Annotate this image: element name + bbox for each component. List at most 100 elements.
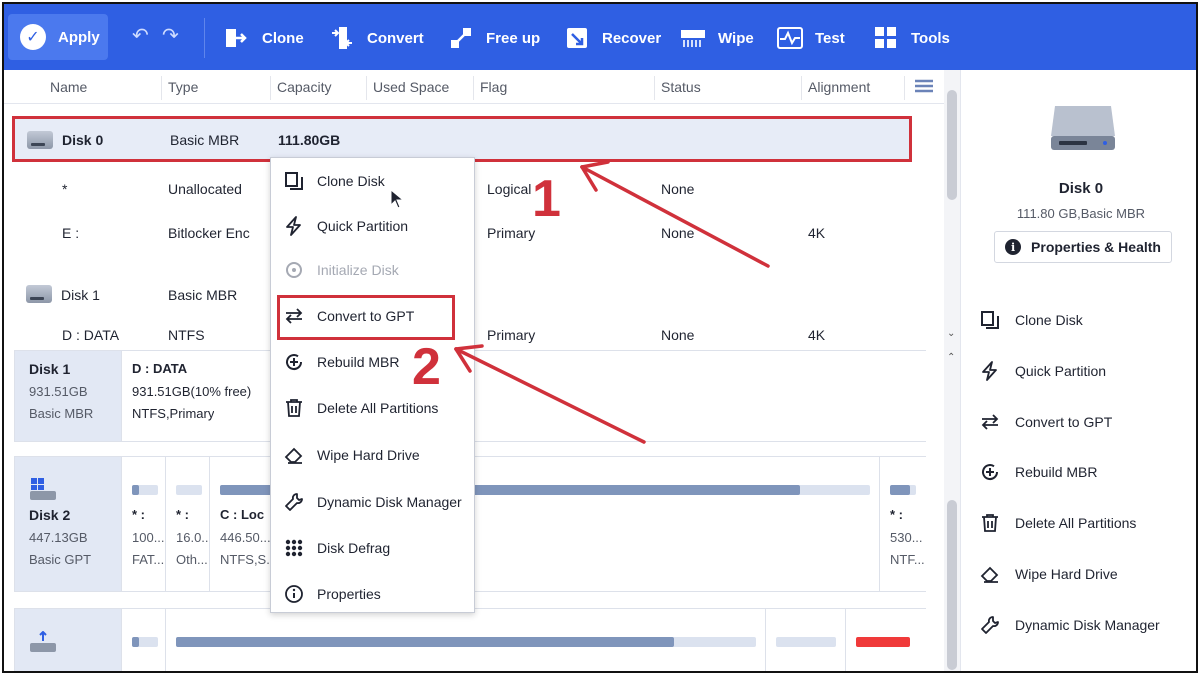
scroll-down-icon[interactable]: ⌄ <box>947 328 955 339</box>
action-wipe-hard-drive[interactable]: Wipe Hard Drive <box>979 560 1118 588</box>
partition-block[interactable] <box>165 609 765 671</box>
recover-button[interactable]: Recover <box>564 22 661 54</box>
right-panel: Disk 0 111.80 GB,Basic MBR i Properties … <box>960 70 1196 671</box>
partition-block[interactable]: * : 16.0... Oth... <box>165 457 209 591</box>
action-quick-partition[interactable]: Quick Partition <box>979 357 1106 385</box>
test-label: Test <box>815 29 845 47</box>
menu-item-label: Initialize Disk <box>317 262 399 278</box>
col-capacity[interactable]: Capacity <box>277 79 331 95</box>
partition-block[interactable] <box>121 609 165 671</box>
row-flag: Primary <box>487 225 536 241</box>
clone-label: Clone <box>262 29 304 47</box>
disk-3-card[interactable] <box>14 608 926 671</box>
menu-item-label: Wipe Hard Drive <box>317 447 420 463</box>
partition-fs: Oth... <box>176 552 208 567</box>
disk-icon <box>26 285 52 303</box>
partition-block[interactable]: D : DATA 931.51GB(10% free) NTFS,Primary <box>121 351 926 441</box>
eraser-icon <box>283 444 305 466</box>
action-clone-disk[interactable]: Clone Disk <box>979 306 1083 334</box>
scroll-up-icon[interactable]: ⌃ <box>947 352 955 363</box>
menu-item-rebuild-mbr[interactable]: Rebuild MBR <box>271 344 474 380</box>
col-used-space[interactable]: Used Space <box>373 79 449 95</box>
row-name: D : DATA <box>62 327 120 343</box>
menu-item-dynamic-disk-manager[interactable]: Dynamic Disk Manager <box>271 484 474 520</box>
menu-item-wipe-hard-drive[interactable]: Wipe Hard Drive <box>271 437 474 473</box>
partition-size: 16.0... <box>176 530 208 545</box>
partition-size: 446.50... <box>220 530 271 545</box>
wrench-icon <box>979 614 1001 636</box>
col-type[interactable]: Type <box>168 79 198 95</box>
wrench-icon <box>283 491 305 513</box>
partition-size: 100... <box>132 530 164 545</box>
map-scrollbar[interactable]: ⌃ <box>944 350 960 671</box>
info-icon: i <box>1005 239 1022 255</box>
recover-icon <box>564 25 590 51</box>
test-button[interactable]: Test <box>777 22 845 54</box>
clone-button[interactable]: Clone <box>224 22 304 54</box>
tools-label: Tools <box>911 29 950 47</box>
eraser-icon <box>979 563 1001 585</box>
col-flag[interactable]: Flag <box>480 79 507 95</box>
row-status: None <box>661 225 695 241</box>
col-name[interactable]: Name <box>50 79 87 95</box>
menu-item-clone-disk[interactable]: Clone Disk <box>271 163 474 199</box>
wipe-button[interactable]: Wipe <box>680 22 754 54</box>
action-convert-to-gpt[interactable]: Convert to GPT <box>979 408 1112 436</box>
partition-fs: NTFS,Primary <box>132 406 215 421</box>
col-divider <box>366 76 367 100</box>
menu-item-delete-all-partitions[interactable]: Delete All Partitions <box>271 390 474 426</box>
row-status: None <box>661 181 695 197</box>
disk-icon <box>27 131 53 149</box>
col-divider <box>654 76 655 100</box>
disk-size: 931.51GB <box>29 384 88 399</box>
wipe-label: Wipe <box>718 29 754 47</box>
action-rebuild-mbr[interactable]: Rebuild MBR <box>979 458 1097 486</box>
lightning-icon <box>979 360 1001 382</box>
partition-fs: NTFS,S... <box>220 552 278 567</box>
scrollbar-thumb[interactable] <box>947 500 957 670</box>
action-label: Clone Disk <box>1015 312 1083 328</box>
convert-arrows-icon <box>979 411 1001 433</box>
partition-detail: 931.51GB(10% free) <box>132 384 252 399</box>
action-dynamic-disk-manager[interactable]: Dynamic Disk Manager <box>979 611 1160 639</box>
row-name: E : <box>62 225 80 241</box>
properties-health-button[interactable]: i Properties & Health <box>994 231 1172 263</box>
menu-item-label: Rebuild MBR <box>317 354 400 370</box>
action-delete-all-partitions[interactable]: Delete All Partitions <box>979 509 1136 537</box>
menu-item-label: Dynamic Disk Manager <box>317 494 462 510</box>
undo-icon[interactable]: ↶ <box>132 26 149 46</box>
col-status[interactable]: Status <box>661 79 701 95</box>
partition-label: * : <box>890 507 903 522</box>
disk-type: Basic GPT <box>29 552 92 567</box>
partition-block[interactable] <box>765 609 845 671</box>
clone-disk-icon <box>979 309 1001 331</box>
properties-health-label: Properties & Health <box>1031 239 1161 255</box>
toolbar: ✓ Apply ↶ ↷ Clone Convert Free up Recove… <box>4 4 1196 70</box>
menu-item-label: Delete All Partitions <box>317 400 439 416</box>
apply-button[interactable]: ✓ Apply <box>8 14 108 60</box>
redo-icon[interactable]: ↷ <box>162 26 179 46</box>
row-capacity: 111.80GB <box>278 132 341 148</box>
menu-item-quick-partition[interactable]: Quick Partition <box>271 208 474 244</box>
convert-button[interactable]: Convert <box>329 22 424 54</box>
menu-item-disk-defrag[interactable]: Disk Defrag <box>271 530 474 566</box>
row-alignment: 4K <box>808 327 826 343</box>
column-menu-icon[interactable] <box>915 79 933 98</box>
disk-3-summary <box>15 609 121 671</box>
row-type: Unallocated <box>168 181 242 197</box>
tools-button[interactable]: Tools <box>873 22 950 54</box>
list-scrollbar[interactable]: ⌄ <box>944 70 960 350</box>
selected-disk-title: Disk 0 <box>1058 180 1104 197</box>
toolbar-divider <box>204 18 205 58</box>
row-type: Basic MBR <box>170 132 240 148</box>
scrollbar-thumb[interactable] <box>947 90 957 200</box>
convert-icon <box>329 25 355 51</box>
app-window: ✓ Apply ↶ ↷ Clone Convert Free up Recove… <box>2 2 1198 673</box>
free-up-button[interactable]: Free up <box>448 22 540 54</box>
table-row-disk-0[interactable]: Disk 0 Basic MBR 111.80GB <box>12 116 912 162</box>
partition-block[interactable] <box>845 609 926 671</box>
partition-block[interactable]: * : 100... FAT... <box>121 457 165 591</box>
menu-item-properties[interactable]: Properties <box>271 576 474 612</box>
col-alignment[interactable]: Alignment <box>808 79 870 95</box>
partition-block[interactable]: * : 530... NTF... <box>879 457 926 591</box>
